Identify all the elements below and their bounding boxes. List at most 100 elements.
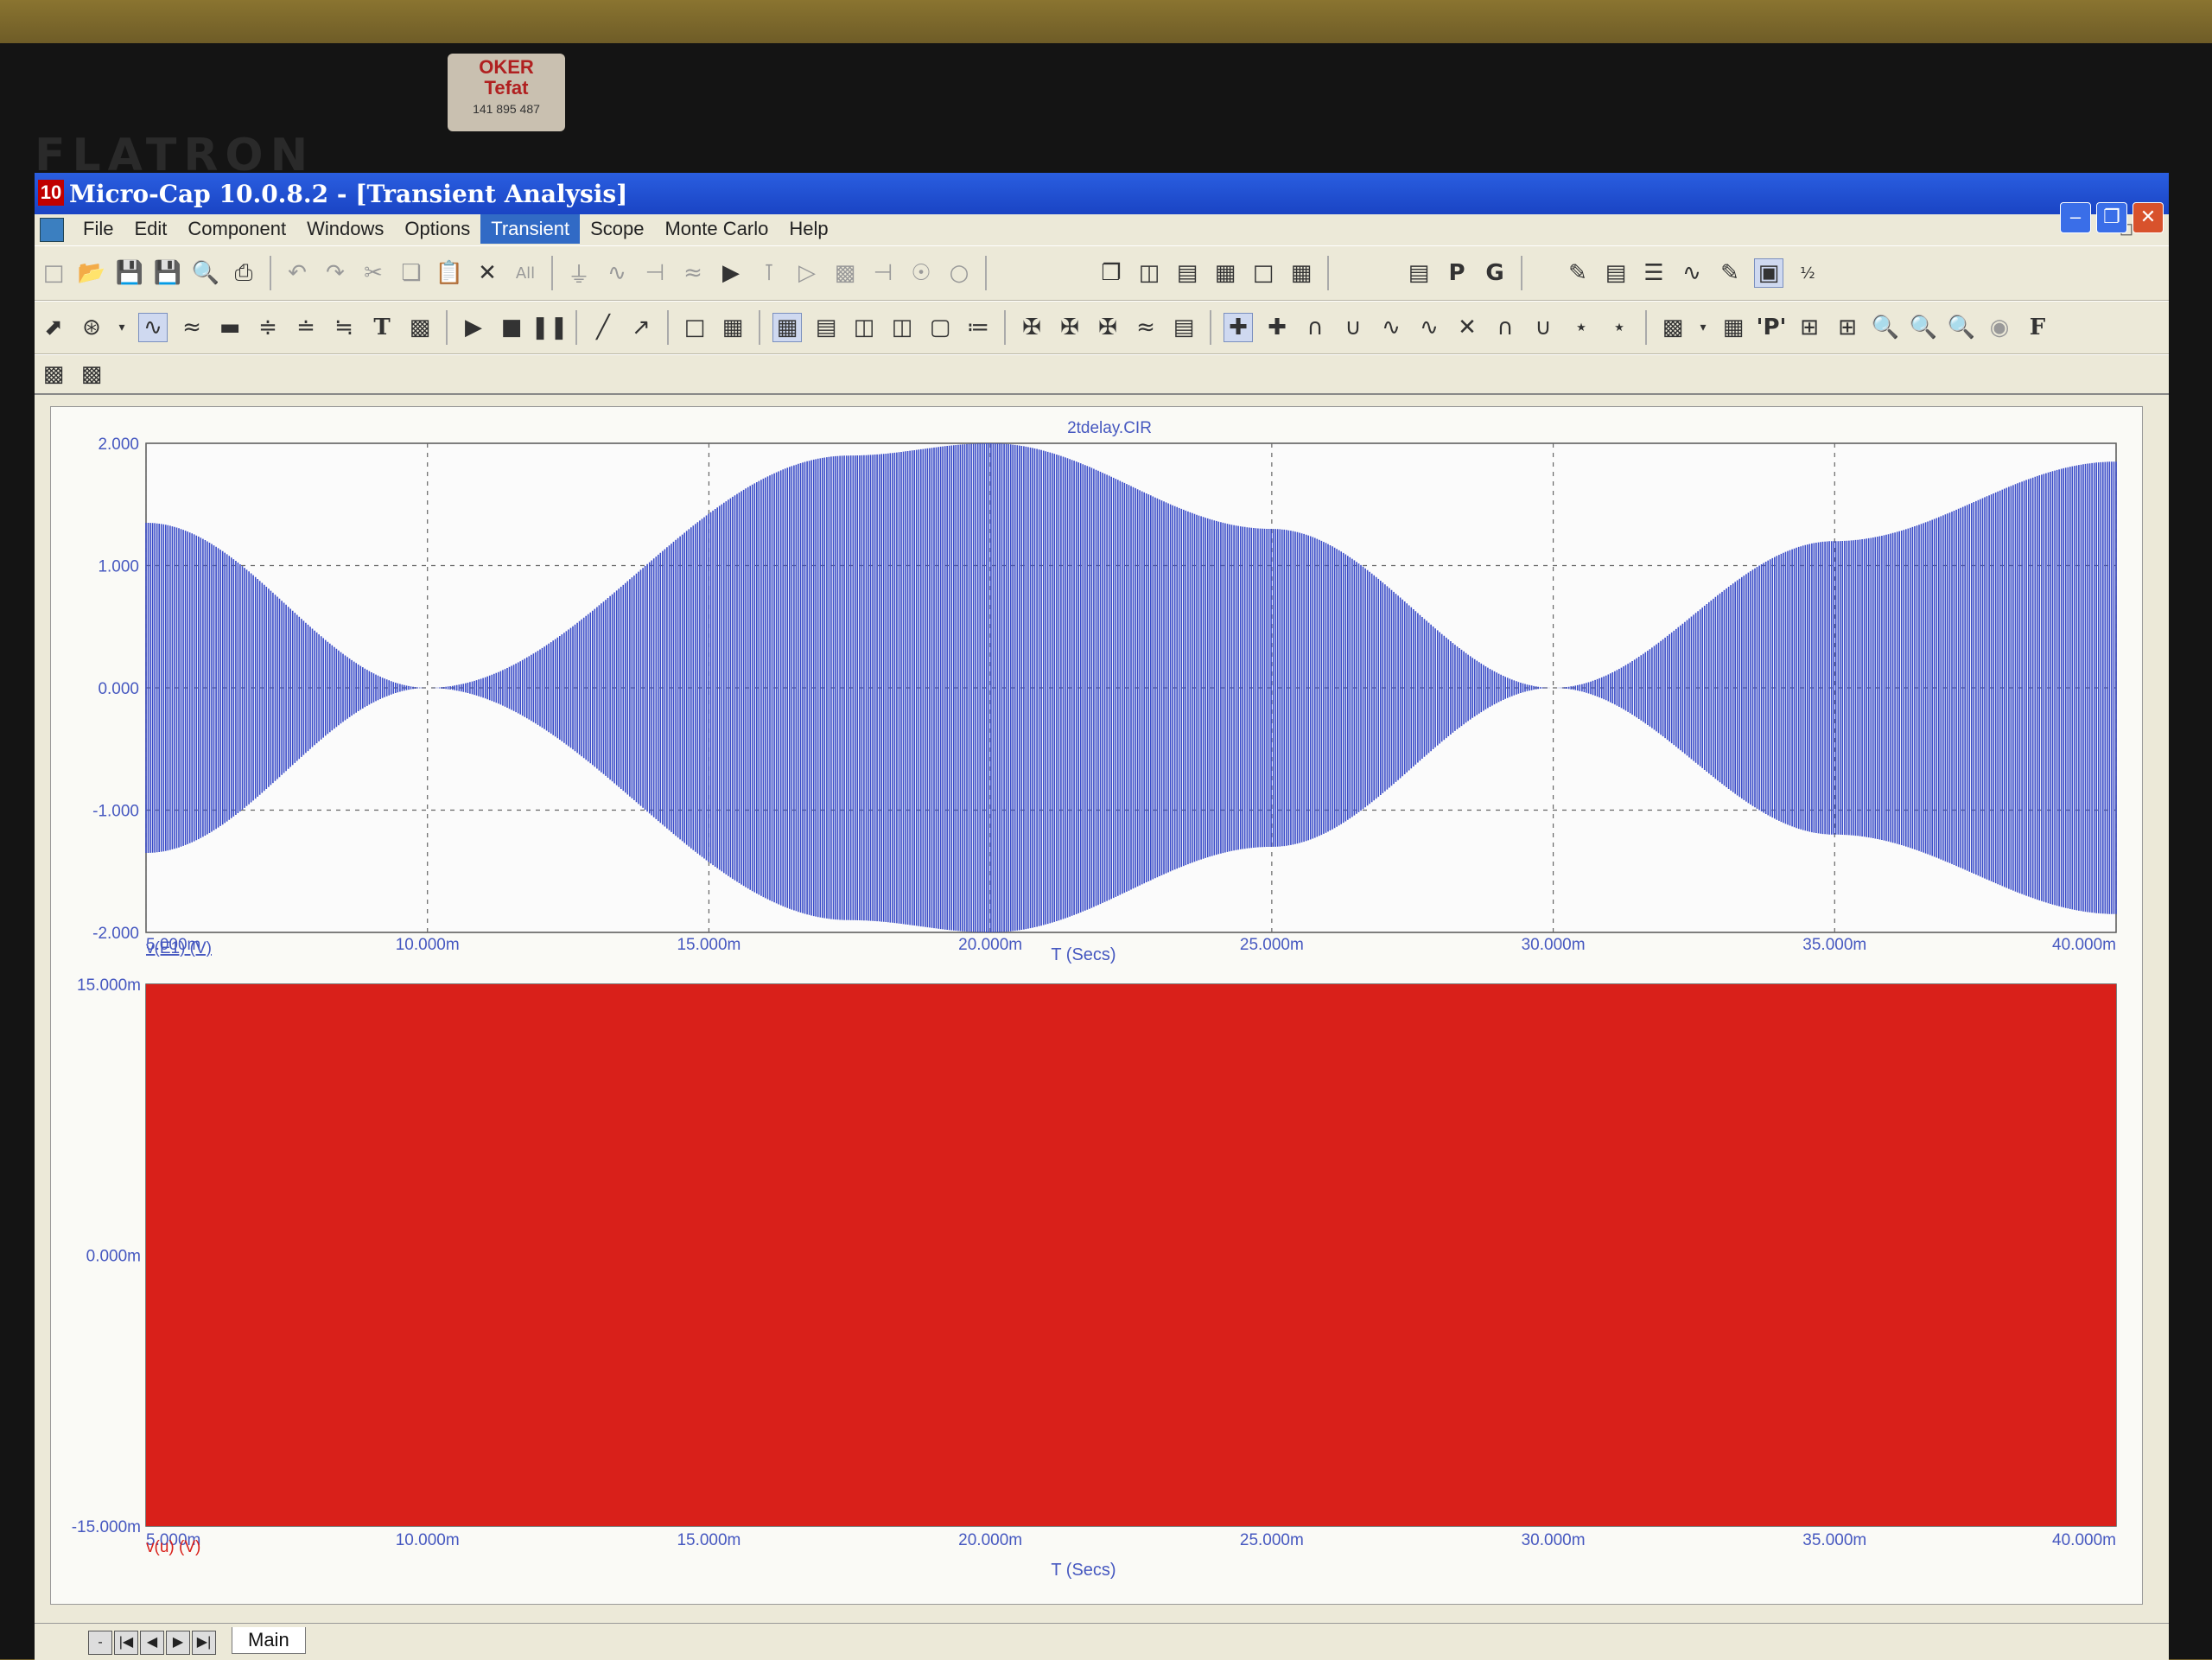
menu-item-help[interactable]: Help: [779, 214, 838, 244]
bottom-icon[interactable]: ⋆: [1605, 314, 1633, 341]
table-icon[interactable]: ▦: [1719, 314, 1747, 341]
tab-main[interactable]: Main: [232, 1627, 306, 1654]
x-scale-icon[interactable]: ⊞: [1796, 314, 1823, 341]
minor-grid-icon[interactable]: ▦: [772, 313, 802, 342]
waveform-icon[interactable]: ∿: [1678, 259, 1706, 287]
p-quote-icon[interactable]: 'P': [1757, 314, 1787, 341]
wave-bars-icon[interactable]: ≈: [178, 314, 206, 341]
print-preview-icon[interactable]: 🔍: [192, 259, 219, 287]
print-icon[interactable]: ⎙: [230, 259, 257, 287]
prev-tab-icon[interactable]: ◀: [140, 1631, 164, 1655]
paste-icon[interactable]: 📋: [435, 259, 463, 287]
new-file-icon[interactable]: □: [40, 259, 67, 287]
plot-canvas[interactable]: 2tdelay.CIR 2.0001.0000.000-1.000-2.0005…: [51, 407, 2142, 1604]
wave-mode-icon[interactable]: ∿: [138, 313, 168, 342]
save-all-icon[interactable]: 💾: [154, 259, 181, 287]
macro-icon[interactable]: ▩: [831, 259, 859, 287]
layer-back-icon[interactable]: ▩: [40, 360, 67, 388]
high-icon[interactable]: ✠: [1094, 314, 1122, 341]
split-icon[interactable]: ◫: [888, 314, 916, 341]
resistor-icon[interactable]: ∿: [603, 259, 631, 287]
app-icon[interactable]: 10: [38, 180, 64, 206]
slope-icon[interactable]: ▤: [1170, 314, 1198, 341]
global-high-icon[interactable]: ∩: [1491, 314, 1519, 341]
global-low-icon[interactable]: ∪: [1529, 314, 1557, 341]
top-icon[interactable]: ⋆: [1567, 314, 1595, 341]
restore-icon[interactable]: ❐: [2096, 202, 2127, 233]
minimize-icon[interactable]: –: [2060, 202, 2091, 233]
open-file-icon[interactable]: 📂: [78, 259, 105, 287]
peak-find-icon[interactable]: ∩: [1301, 314, 1329, 341]
valley-find-icon[interactable]: ∪: [1339, 314, 1367, 341]
calculator-icon[interactable]: ▦: [1287, 259, 1315, 287]
cursor-left-icon[interactable]: ✚: [1224, 313, 1253, 342]
next-tab-icon[interactable]: ▶: [166, 1631, 190, 1655]
document-menu-icon[interactable]: [40, 218, 64, 242]
scatter-icon[interactable]: ≔: [964, 314, 992, 341]
line-icon[interactable]: ╱: [589, 314, 617, 341]
valley-icon[interactable]: ✠: [1056, 314, 1084, 341]
point-tag-icon[interactable]: ≐: [292, 314, 320, 341]
subscript-icon[interactable]: ½: [1794, 259, 1821, 287]
opamp-icon[interactable]: ▷: [793, 259, 821, 287]
menu-item-windows[interactable]: Windows: [296, 214, 394, 244]
layer-front-icon[interactable]: ▩: [78, 360, 105, 388]
menu-list-icon[interactable]: ☰: [1640, 259, 1668, 287]
save-icon[interactable]: 💾: [116, 259, 143, 287]
peak-next-icon[interactable]: ∿: [1377, 314, 1405, 341]
ground-icon[interactable]: ⏚: [565, 259, 593, 289]
pause-icon[interactable]: ❚❚: [531, 314, 569, 341]
find-icon[interactable]: ✎: [1564, 259, 1592, 287]
title-bar[interactable]: 10 Micro-Cap 10.0.8.2 - [Transient Analy…: [35, 173, 2169, 214]
limits-icon[interactable]: ▩: [406, 314, 434, 341]
diode-icon[interactable]: ▶: [717, 259, 745, 287]
cascade-icon[interactable]: ❐: [1097, 259, 1125, 287]
redo-icon[interactable]: ↷: [321, 259, 349, 287]
menu-item-component[interactable]: Component: [177, 214, 296, 244]
menu-item-monte-carlo[interactable]: Monte Carlo: [654, 214, 779, 244]
p-button[interactable]: P: [1443, 259, 1471, 287]
delete-icon[interactable]: ✕: [474, 259, 501, 287]
source-icon[interactable]: ☉: [907, 259, 935, 287]
scale-icon[interactable]: ▬: [216, 314, 244, 341]
menu-item-transient[interactable]: Transient: [480, 214, 581, 244]
sine-source-icon[interactable]: ○: [945, 259, 973, 287]
axis-icon[interactable]: ◫: [850, 314, 878, 341]
copy-icon[interactable]: ❏: [397, 259, 425, 287]
inductor-icon[interactable]: ≈: [679, 259, 707, 287]
cursor-right-icon[interactable]: ✚: [1263, 314, 1291, 341]
tile-horizontal-icon[interactable]: ▤: [1173, 259, 1201, 287]
menu-item-options[interactable]: Options: [394, 214, 480, 244]
globe-icon[interactable]: ◉: [1986, 314, 2013, 341]
pen-icon[interactable]: ✎: [1716, 259, 1744, 287]
run-icon[interactable]: ▶: [460, 314, 487, 341]
tile-vertical-icon[interactable]: ◫: [1135, 259, 1163, 287]
horizontal-tag-icon[interactable]: ≒: [330, 314, 358, 341]
inflection-icon[interactable]: ✕: [1453, 314, 1481, 341]
zoom-in-icon[interactable]: 🔍: [1872, 314, 1899, 341]
tag-icon[interactable]: ≑: [254, 314, 282, 341]
dropdown-icon[interactable]: ▾: [116, 314, 128, 341]
menu-item-scope[interactable]: Scope: [580, 214, 654, 244]
dropdown-icon[interactable]: ▾: [1697, 314, 1709, 341]
bottom-plot[interactable]: 15.000m0.000m-15.000m5.000m 10.000m 15.000…: [72, 976, 2117, 1549]
plot-area[interactable]: 2tdelay.CIR 2.000 1.000 0.000 -1.000 -2.000 5…: [50, 406, 2143, 1605]
view-icon[interactable]: ▣: [1754, 258, 1783, 288]
peak-icon[interactable]: ✠: [1018, 314, 1046, 341]
properties-icon[interactable]: ▤: [1405, 259, 1433, 287]
undo-icon[interactable]: ↶: [283, 259, 311, 287]
last-tab-icon[interactable]: ▶|: [192, 1631, 216, 1655]
baseline-icon[interactable]: ▢: [926, 314, 954, 341]
top-trace-label[interactable]: v(E1) (V): [146, 939, 212, 957]
grid-icon[interactable]: ▦: [719, 314, 747, 341]
node-select-icon[interactable]: ⊛: [78, 314, 105, 341]
capacitor-icon[interactable]: ⊣: [641, 259, 669, 287]
package-icon[interactable]: ▩: [1659, 314, 1687, 341]
low-icon[interactable]: ≈: [1132, 314, 1160, 341]
zoom-out-icon[interactable]: 🔍: [1910, 314, 1937, 341]
box-icon[interactable]: □: [681, 314, 709, 341]
battery-icon[interactable]: ⊣: [869, 259, 897, 287]
pointer-icon[interactable]: ⬈: [40, 314, 67, 341]
top-plot[interactable]: 2.0001.0000.000-1.000-2.0005.000m 10.000m…: [92, 436, 2117, 954]
g-button[interactable]: G: [1481, 259, 1509, 287]
